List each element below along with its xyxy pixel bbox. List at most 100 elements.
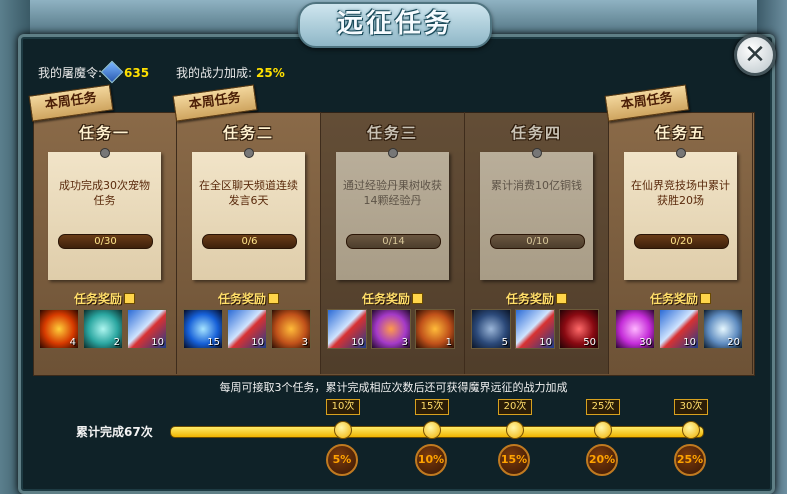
- task-description: 在仙界竞技场中累计获胜20场: [631, 179, 730, 207]
- pin-icon: [244, 148, 254, 158]
- task-description: 成功完成30次宠物任务: [59, 179, 150, 207]
- blue-flame-icon[interactable]: 15: [183, 309, 223, 349]
- task-name: 任务一: [78, 124, 130, 142]
- milestone-count: 25次: [586, 399, 620, 415]
- task-progress: 0/6: [202, 234, 297, 249]
- pin-icon: [388, 148, 398, 158]
- armor-icon[interactable]: 5: [471, 309, 511, 349]
- power-info: 我的战力加成: 25%: [176, 64, 285, 81]
- total-completed: 累计完成67次: [76, 425, 153, 439]
- task-name: 任务二: [222, 124, 274, 142]
- task-name: 任务三: [366, 124, 418, 142]
- milestone-count: 10次: [326, 399, 360, 415]
- reward-label: 任务奖励: [609, 290, 752, 307]
- task-note: 累计消费10亿铜钱 0/10: [480, 148, 593, 280]
- footer-note: 每周可接取3个任务，累计完成相应次数后还可获得魔界远征的战力加成: [219, 381, 568, 394]
- beast-icon[interactable]: 2: [83, 309, 123, 349]
- red-crystal-icon[interactable]: 50: [559, 309, 599, 349]
- task-name: 任务五: [654, 124, 706, 142]
- power-value: 25%: [256, 66, 285, 80]
- scroll-icon[interactable]: 10: [327, 309, 367, 349]
- scroll-icon[interactable]: 10: [227, 309, 267, 349]
- info-icon[interactable]: [556, 293, 567, 304]
- scroll-icon[interactable]: 10: [515, 309, 555, 349]
- reward-count: 10: [539, 337, 552, 348]
- milestone-bonus-badge[interactable]: 15%: [498, 444, 530, 476]
- task-progress: 0/20: [634, 234, 729, 249]
- milestone-node: [594, 421, 612, 439]
- reward-count: 3: [301, 337, 308, 348]
- pin-icon: [532, 148, 542, 158]
- task-card[interactable]: 本周任务 任务一 成功完成30次宠物任务 0/30 任务奖励 4 2 10: [28, 84, 177, 374]
- pot-icon[interactable]: 3: [271, 309, 311, 349]
- pin-icon: [676, 148, 686, 158]
- reward-count: 10: [251, 337, 264, 348]
- ice-crystal-icon[interactable]: 20: [703, 309, 743, 349]
- close-button[interactable]: ✕: [734, 34, 776, 76]
- milestone-bonus-badge[interactable]: 5%: [326, 444, 358, 476]
- scroll-icon[interactable]: 10: [659, 309, 699, 349]
- milestone-bonus-badge[interactable]: 10%: [415, 444, 447, 476]
- reward-label: 任务奖励: [33, 290, 176, 307]
- reward-count: 20: [727, 337, 740, 348]
- milestone-count: 15次: [415, 399, 449, 415]
- task-card[interactable]: 任务三通过经验丹果树收获14颗经验丹 0/14 任务奖励 10 3 1: [321, 112, 465, 374]
- info-icon[interactable]: [700, 293, 711, 304]
- reward-count: 5: [501, 337, 508, 348]
- reward-count: 3: [401, 337, 408, 348]
- milestone-count: 20次: [498, 399, 532, 415]
- task-note: 在全区聊天频道连续发言6天 0/6: [192, 148, 305, 280]
- reward-label: 任务奖励: [465, 290, 608, 307]
- milestone-count: 30次: [674, 399, 708, 415]
- close-icon: ✕: [744, 40, 766, 70]
- reward-count: 15: [207, 337, 220, 348]
- reward-count: 10: [151, 337, 164, 348]
- reward-items: 5 10 50: [471, 309, 606, 349]
- task-description: 通过经验丹果树收获14颗经验丹: [343, 179, 442, 207]
- reward-label: 任务奖励: [177, 290, 320, 307]
- task-description: 累计消费10亿铜钱: [491, 179, 582, 192]
- reward-label-text: 任务奖励: [73, 292, 122, 306]
- reward-items: 30 10 20: [615, 309, 750, 349]
- milestone-bonus-badge[interactable]: 25%: [674, 444, 706, 476]
- reward-items: 10 3 1: [327, 309, 462, 349]
- info-icon[interactable]: [124, 293, 135, 304]
- reward-label-text: 任务奖励: [361, 292, 410, 306]
- reward-label-text: 任务奖励: [217, 292, 266, 306]
- info-icon[interactable]: [268, 293, 279, 304]
- reward-count: 30: [639, 337, 652, 348]
- token-value: 635: [124, 66, 150, 80]
- reward-items: 4 2 10: [39, 309, 174, 349]
- reward-count: 50: [583, 337, 596, 348]
- purple-orb-icon[interactable]: 30: [615, 309, 655, 349]
- task-note: 在仙界竞技场中累计获胜20场 0/20: [624, 148, 737, 280]
- pin-icon: [100, 148, 110, 158]
- reward-label-text: 任务奖励: [505, 292, 554, 306]
- reward-label-text: 任务奖励: [649, 292, 698, 306]
- pot-icon[interactable]: 1: [415, 309, 455, 349]
- milestone-node: [334, 421, 352, 439]
- task-note: 通过经验丹果树收获14颗经验丹 0/14: [336, 148, 449, 280]
- reward-items: 15 10 3: [183, 309, 318, 349]
- task-card[interactable]: 本周任务 任务二 在全区聊天频道连续发言6天 0/6 任务奖励 15 10 3: [172, 84, 321, 374]
- scroll-icon[interactable]: 10: [127, 309, 167, 349]
- token-label: 我的屠魔令:: [38, 66, 103, 80]
- token-icon: [100, 60, 124, 84]
- task-progress: 0/14: [346, 234, 441, 249]
- reward-count: 2: [113, 337, 120, 348]
- purple-pot-icon[interactable]: 3: [371, 309, 411, 349]
- title-plate: 远征任务: [298, 2, 492, 48]
- task-card[interactable]: 任务四累计消费10亿铜钱 0/10 任务奖励 5 10 50: [465, 112, 609, 374]
- milestone-node: [682, 421, 700, 439]
- task-name: 任务四: [510, 124, 562, 142]
- task-progress: 0/30: [58, 234, 153, 249]
- task-description: 在全区聊天频道连续发言6天: [199, 179, 298, 207]
- info-icon[interactable]: [412, 293, 423, 304]
- reward-count: 4: [69, 337, 76, 348]
- power-label: 我的战力加成:: [176, 66, 253, 80]
- task-progress: 0/10: [490, 234, 585, 249]
- milestone-bonus-badge[interactable]: 20%: [586, 444, 618, 476]
- task-card[interactable]: 本周任务 任务五 在仙界竞技场中累计获胜20场 0/20 任务奖励 30 10 20: [604, 84, 753, 374]
- fire-orb-icon[interactable]: 4: [39, 309, 79, 349]
- task-note: 成功完成30次宠物任务 0/30: [48, 148, 161, 280]
